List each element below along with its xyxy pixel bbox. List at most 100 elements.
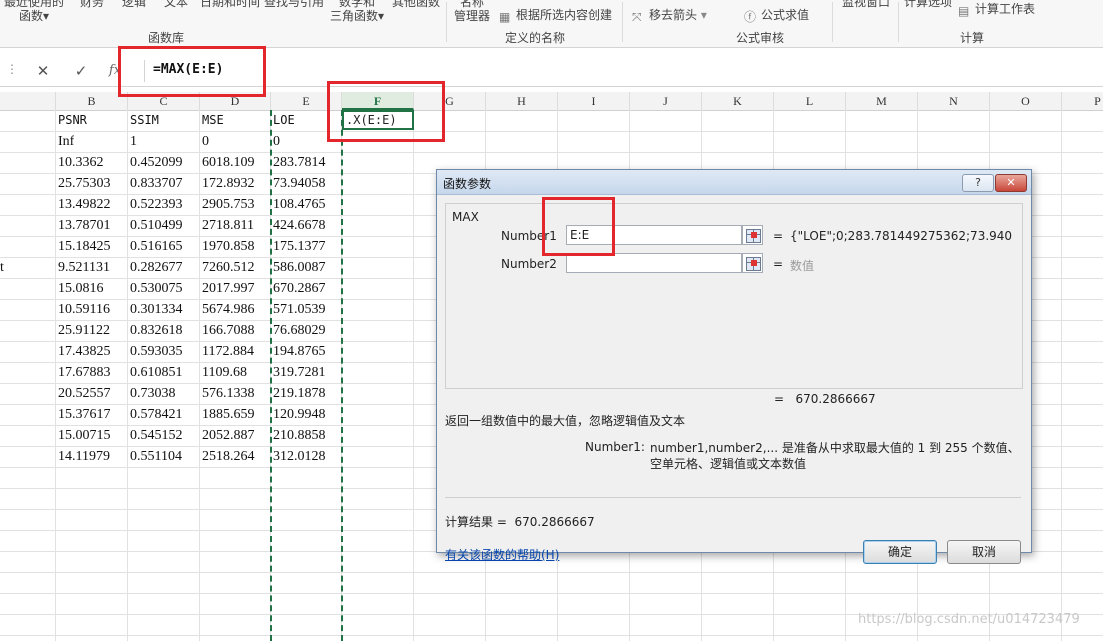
table-cell[interactable]: 0.832618	[128, 320, 183, 341]
column-header-h[interactable]: H	[486, 92, 558, 110]
dialog-close-button[interactable]: ✕	[995, 174, 1027, 192]
calc-options-button[interactable]: 计算选项	[904, 0, 952, 9]
cancel-button[interactable]: 取消	[947, 540, 1021, 564]
table-cell[interactable]: 0.833707	[128, 173, 183, 194]
table-cell[interactable]: 0.610851	[128, 362, 183, 383]
table-cell[interactable]: 13.49822	[56, 194, 111, 215]
table-cell[interactable]: 120.9948	[271, 404, 326, 425]
table-cell[interactable]: 1172.884	[200, 341, 254, 362]
table-cell[interactable]: 0.282677	[128, 257, 183, 278]
table-cell[interactable]: 1	[128, 131, 137, 152]
table-cell[interactable]: 0.73038	[128, 383, 176, 404]
text-button[interactable]: 文本	[164, 0, 188, 9]
insert-function-button[interactable]: fx	[104, 61, 126, 81]
table-cell[interactable]: 6018.109	[200, 152, 255, 173]
table-cell[interactable]: 13.78701	[56, 215, 111, 236]
remove-arrows-button[interactable]: ⤧ 移去箭头 ▾	[632, 6, 707, 24]
financial-button[interactable]: 财务	[80, 0, 104, 9]
table-cell[interactable]: 15.0816	[56, 278, 104, 299]
header-cell-mse[interactable]: MSE	[200, 110, 224, 131]
number2-collapse-button[interactable]	[742, 253, 763, 273]
table-cell[interactable]: 73.94058	[271, 173, 326, 194]
table-cell[interactable]: 25.75303	[56, 173, 111, 194]
table-cell[interactable]: 25.91122	[56, 320, 110, 341]
header-cell-ssim[interactable]: SSIM	[128, 110, 159, 131]
ok-button[interactable]: 确定	[863, 540, 937, 564]
table-cell[interactable]: 172.8932	[200, 173, 255, 194]
number1-input[interactable]: E:E	[566, 225, 742, 245]
header-cell-psnr[interactable]: PSNR	[56, 110, 87, 131]
column-header-j[interactable]: J	[630, 92, 702, 110]
formula-input[interactable]: =MAX(E:E)	[144, 60, 1100, 82]
table-cell[interactable]: 0	[271, 131, 280, 152]
number2-input[interactable]	[566, 253, 742, 273]
date-time-button[interactable]: 日期和时间	[200, 0, 260, 9]
enter-formula-button[interactable]: ✓	[70, 61, 92, 81]
table-cell[interactable]: 586.0087	[271, 257, 326, 278]
table-cell[interactable]: 17.43825	[56, 341, 111, 362]
table-cell[interactable]: 17.67883	[56, 362, 111, 383]
table-cell[interactable]: 194.8765	[271, 341, 326, 362]
table-cell[interactable]: 10.3362	[56, 152, 104, 173]
table-cell[interactable]: 175.1377	[271, 236, 326, 257]
column-header-e[interactable]: E	[271, 92, 342, 110]
table-cell[interactable]: 0.593035	[128, 341, 183, 362]
table-cell[interactable]: 0	[200, 131, 209, 152]
column-header-c[interactable]: C	[128, 92, 200, 110]
logical-button[interactable]: 逻辑	[122, 0, 146, 9]
table-cell[interactable]: 1970.858	[200, 236, 255, 257]
table-cell[interactable]: Inf	[56, 131, 74, 152]
number1-collapse-button[interactable]	[742, 225, 763, 245]
table-cell[interactable]: 15.37617	[56, 404, 111, 425]
recent-functions-button[interactable]: 最近使用的 函数▾	[4, 0, 64, 23]
table-cell[interactable]: 5674.986	[200, 299, 255, 320]
table-cell[interactable]: 0.551104	[128, 446, 182, 467]
column-header-p[interactable]: P	[1062, 92, 1103, 110]
table-cell[interactable]: 2017.997	[200, 278, 255, 299]
table-cell[interactable]: 9.521131	[56, 257, 110, 278]
table-cell[interactable]: 0.545152	[128, 425, 183, 446]
table-cell[interactable]: 166.7088	[200, 320, 255, 341]
watch-window-button[interactable]: 监视窗口	[842, 0, 890, 9]
table-cell[interactable]: 15.18425	[56, 236, 111, 257]
table-cell[interactable]: 0.301334	[128, 299, 183, 320]
table-cell[interactable]: 219.1878	[271, 383, 326, 404]
name-manager-button[interactable]: 名称 管理器	[454, 0, 490, 23]
table-cell[interactable]: 0.522393	[128, 194, 183, 215]
table-cell[interactable]: 0.452099	[128, 152, 183, 173]
table-cell[interactable]: 0.530075	[128, 278, 183, 299]
dialog-help-button[interactable]: ?	[962, 174, 994, 192]
table-cell[interactable]: 0.516165	[128, 236, 183, 257]
table-cell[interactable]: 283.7814	[271, 152, 326, 173]
lookup-reference-button[interactable]: 查找与引用	[264, 0, 324, 9]
dialog-titlebar[interactable]: 函数参数 ? ✕	[437, 170, 1031, 195]
create-from-selection-button[interactable]: ▦ 根据所选内容创建	[499, 6, 612, 24]
table-cell[interactable]: 210.8858	[271, 425, 326, 446]
math-trig-button[interactable]: 数学和 三角函数▾	[330, 0, 384, 23]
table-cell[interactable]: 20.52557	[56, 383, 111, 404]
table-cell[interactable]: 2905.753	[200, 194, 255, 215]
more-functions-button[interactable]: 其他函数	[392, 0, 440, 9]
column-header-k[interactable]: K	[702, 92, 774, 110]
table-cell[interactable]: 15.00715	[56, 425, 111, 446]
column-header-o[interactable]: O	[990, 92, 1062, 110]
table-cell[interactable]: 2518.264	[200, 446, 255, 467]
column-header-m[interactable]: M	[846, 92, 918, 110]
table-cell[interactable]: 576.1338	[200, 383, 255, 404]
table-cell[interactable]: 2718.811	[200, 215, 254, 236]
table-cell[interactable]: 571.0539	[271, 299, 326, 320]
table-cell[interactable]: 108.4765	[271, 194, 326, 215]
column-header-f[interactable]: F	[342, 92, 414, 110]
column-header-l[interactable]: L	[774, 92, 846, 110]
table-cell[interactable]: 2052.887	[200, 425, 255, 446]
table-cell[interactable]: 0.578421	[128, 404, 183, 425]
column-header-b[interactable]: B	[56, 92, 128, 110]
cancel-formula-button[interactable]: ✕	[32, 61, 54, 81]
table-cell[interactable]: 7260.512	[200, 257, 255, 278]
table-cell[interactable]: 670.2867	[271, 278, 326, 299]
table-cell[interactable]: 76.68029	[271, 320, 326, 341]
table-cell[interactable]: 424.6678	[271, 215, 326, 236]
column-header-d[interactable]: D	[200, 92, 271, 110]
table-cell[interactable]: 14.11979	[56, 446, 110, 467]
header-cell-loe[interactable]: LOE	[271, 110, 295, 131]
